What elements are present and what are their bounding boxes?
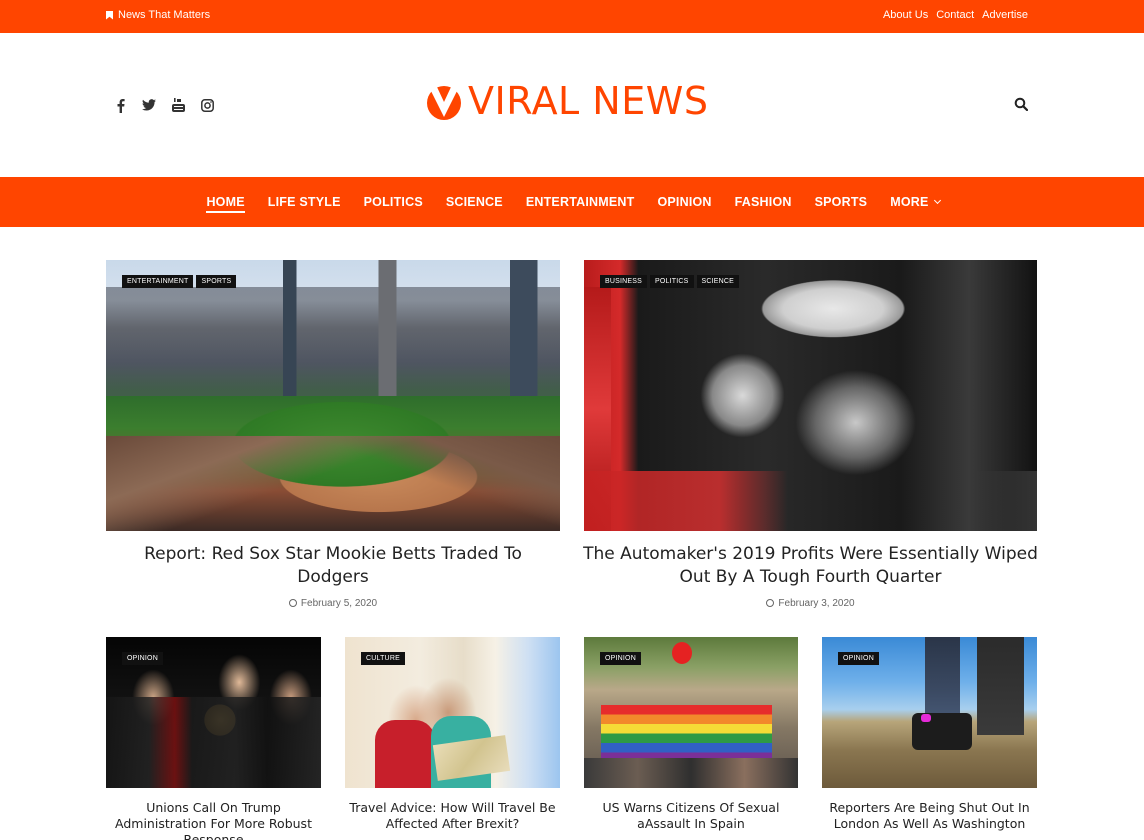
twitter-icon[interactable] [141, 97, 157, 113]
search-icon[interactable] [1014, 97, 1030, 113]
main-nav: HOME LIFE STYLE POLITICS SCIENCE ENTERTA… [0, 177, 1144, 227]
nav-item-home[interactable]: HOME [195, 177, 256, 227]
social-links [112, 97, 215, 113]
article-image[interactable]: ENTERTAINMENT SPORTS [106, 260, 560, 531]
category-tags: CULTURE [361, 652, 405, 665]
tagline: News That Matters [106, 9, 210, 21]
article-title[interactable]: US Warns Citizens Of Sexual aAssault In … [584, 800, 798, 832]
category-tag[interactable]: OPINION [600, 652, 641, 665]
balloon-graphic [671, 641, 692, 664]
nav-item-opinion[interactable]: OPINION [646, 177, 723, 227]
article-title[interactable]: Report: Red Sox Star Mookie Betts Traded… [106, 543, 560, 589]
article-date: February 3, 2020 [584, 598, 1037, 609]
bookmark-icon [106, 10, 113, 20]
category-tags: BUSINESS POLITICS SCIENCE [600, 275, 740, 288]
crowd-graphic [584, 757, 798, 788]
article-date: February 5, 2020 [106, 598, 560, 609]
clock-icon [288, 599, 297, 607]
top-links: About Us Contact Advertise [883, 9, 1028, 21]
tagline-text: News That Matters [118, 9, 211, 21]
stands-graphic [106, 436, 560, 531]
logo-text: VIRAL NEWS [468, 79, 709, 123]
category-tag[interactable]: POLITICS [650, 275, 694, 288]
microphone-graphic [920, 714, 931, 722]
category-tags: OPINION [600, 652, 641, 665]
nav-item-science[interactable]: SCIENCE [434, 177, 514, 227]
article-image[interactable]: CULTURE [345, 637, 560, 788]
nav-item-entertainment[interactable]: ENTERTAINMENT [514, 177, 646, 227]
date-text: February 3, 2020 [778, 598, 855, 609]
site-logo[interactable]: VIRAL NEWS [424, 81, 708, 121]
people-graphic [106, 697, 321, 788]
nav-item-life-style[interactable]: LIFE STYLE [256, 177, 352, 227]
category-tag[interactable]: BUSINESS [600, 275, 647, 288]
article-title[interactable]: Reporters Are Being Shut Out In London A… [822, 800, 1037, 832]
nav-more-label: MORE [890, 195, 929, 209]
nav-item-fashion[interactable]: FASHION [723, 177, 803, 227]
category-tags: OPINION [838, 652, 879, 665]
contact-link[interactable]: Contact [936, 9, 974, 21]
rainbow-flag-graphic [601, 704, 773, 763]
logo-mark-icon [427, 86, 461, 120]
chevron-down-icon [933, 196, 941, 205]
youtube-icon[interactable] [170, 97, 186, 113]
article-image[interactable]: BUSINESS POLITICS SCIENCE [584, 260, 1037, 531]
nav-item-sports[interactable]: SPORTS [803, 177, 879, 227]
advertise-link[interactable]: Advertise [982, 9, 1028, 21]
facebook-icon[interactable] [112, 97, 128, 113]
category-tags: OPINION [122, 652, 163, 665]
people-graphic [375, 720, 436, 788]
category-tag[interactable]: OPINION [838, 652, 879, 665]
article-image[interactable]: OPINION [822, 637, 1037, 788]
category-tag[interactable]: SPORTS [196, 275, 237, 288]
category-tag[interactable]: SCIENCE [696, 275, 740, 288]
article-title[interactable]: The Automaker's 2019 Profits Were Essent… [578, 543, 1043, 589]
article-image[interactable]: OPINION [106, 637, 321, 788]
category-tag[interactable]: OPINION [122, 652, 163, 665]
engine-graphic [584, 471, 1037, 531]
category-tag[interactable]: ENTERTAINMENT [122, 275, 194, 288]
article-title[interactable]: Unions Call On Trump Administration For … [106, 800, 321, 840]
people-graphic [976, 637, 1025, 736]
category-tag[interactable]: CULTURE [361, 652, 405, 665]
nav-item-more[interactable]: MORE [879, 177, 951, 227]
top-bar: News That Matters About Us Contact Adver… [0, 0, 1144, 33]
site-header: VIRAL NEWS [0, 33, 1144, 177]
about-us-link[interactable]: About Us [883, 9, 928, 21]
nav-item-politics[interactable]: POLITICS [352, 177, 434, 227]
instagram-icon[interactable] [199, 97, 215, 113]
clock-icon [766, 599, 775, 607]
article-title[interactable]: Travel Advice: How Will Travel Be Affect… [345, 800, 560, 832]
category-tags: ENTERTAINMENT SPORTS [122, 275, 237, 288]
article-image[interactable]: OPINION [584, 637, 798, 788]
date-text: February 5, 2020 [300, 598, 378, 609]
